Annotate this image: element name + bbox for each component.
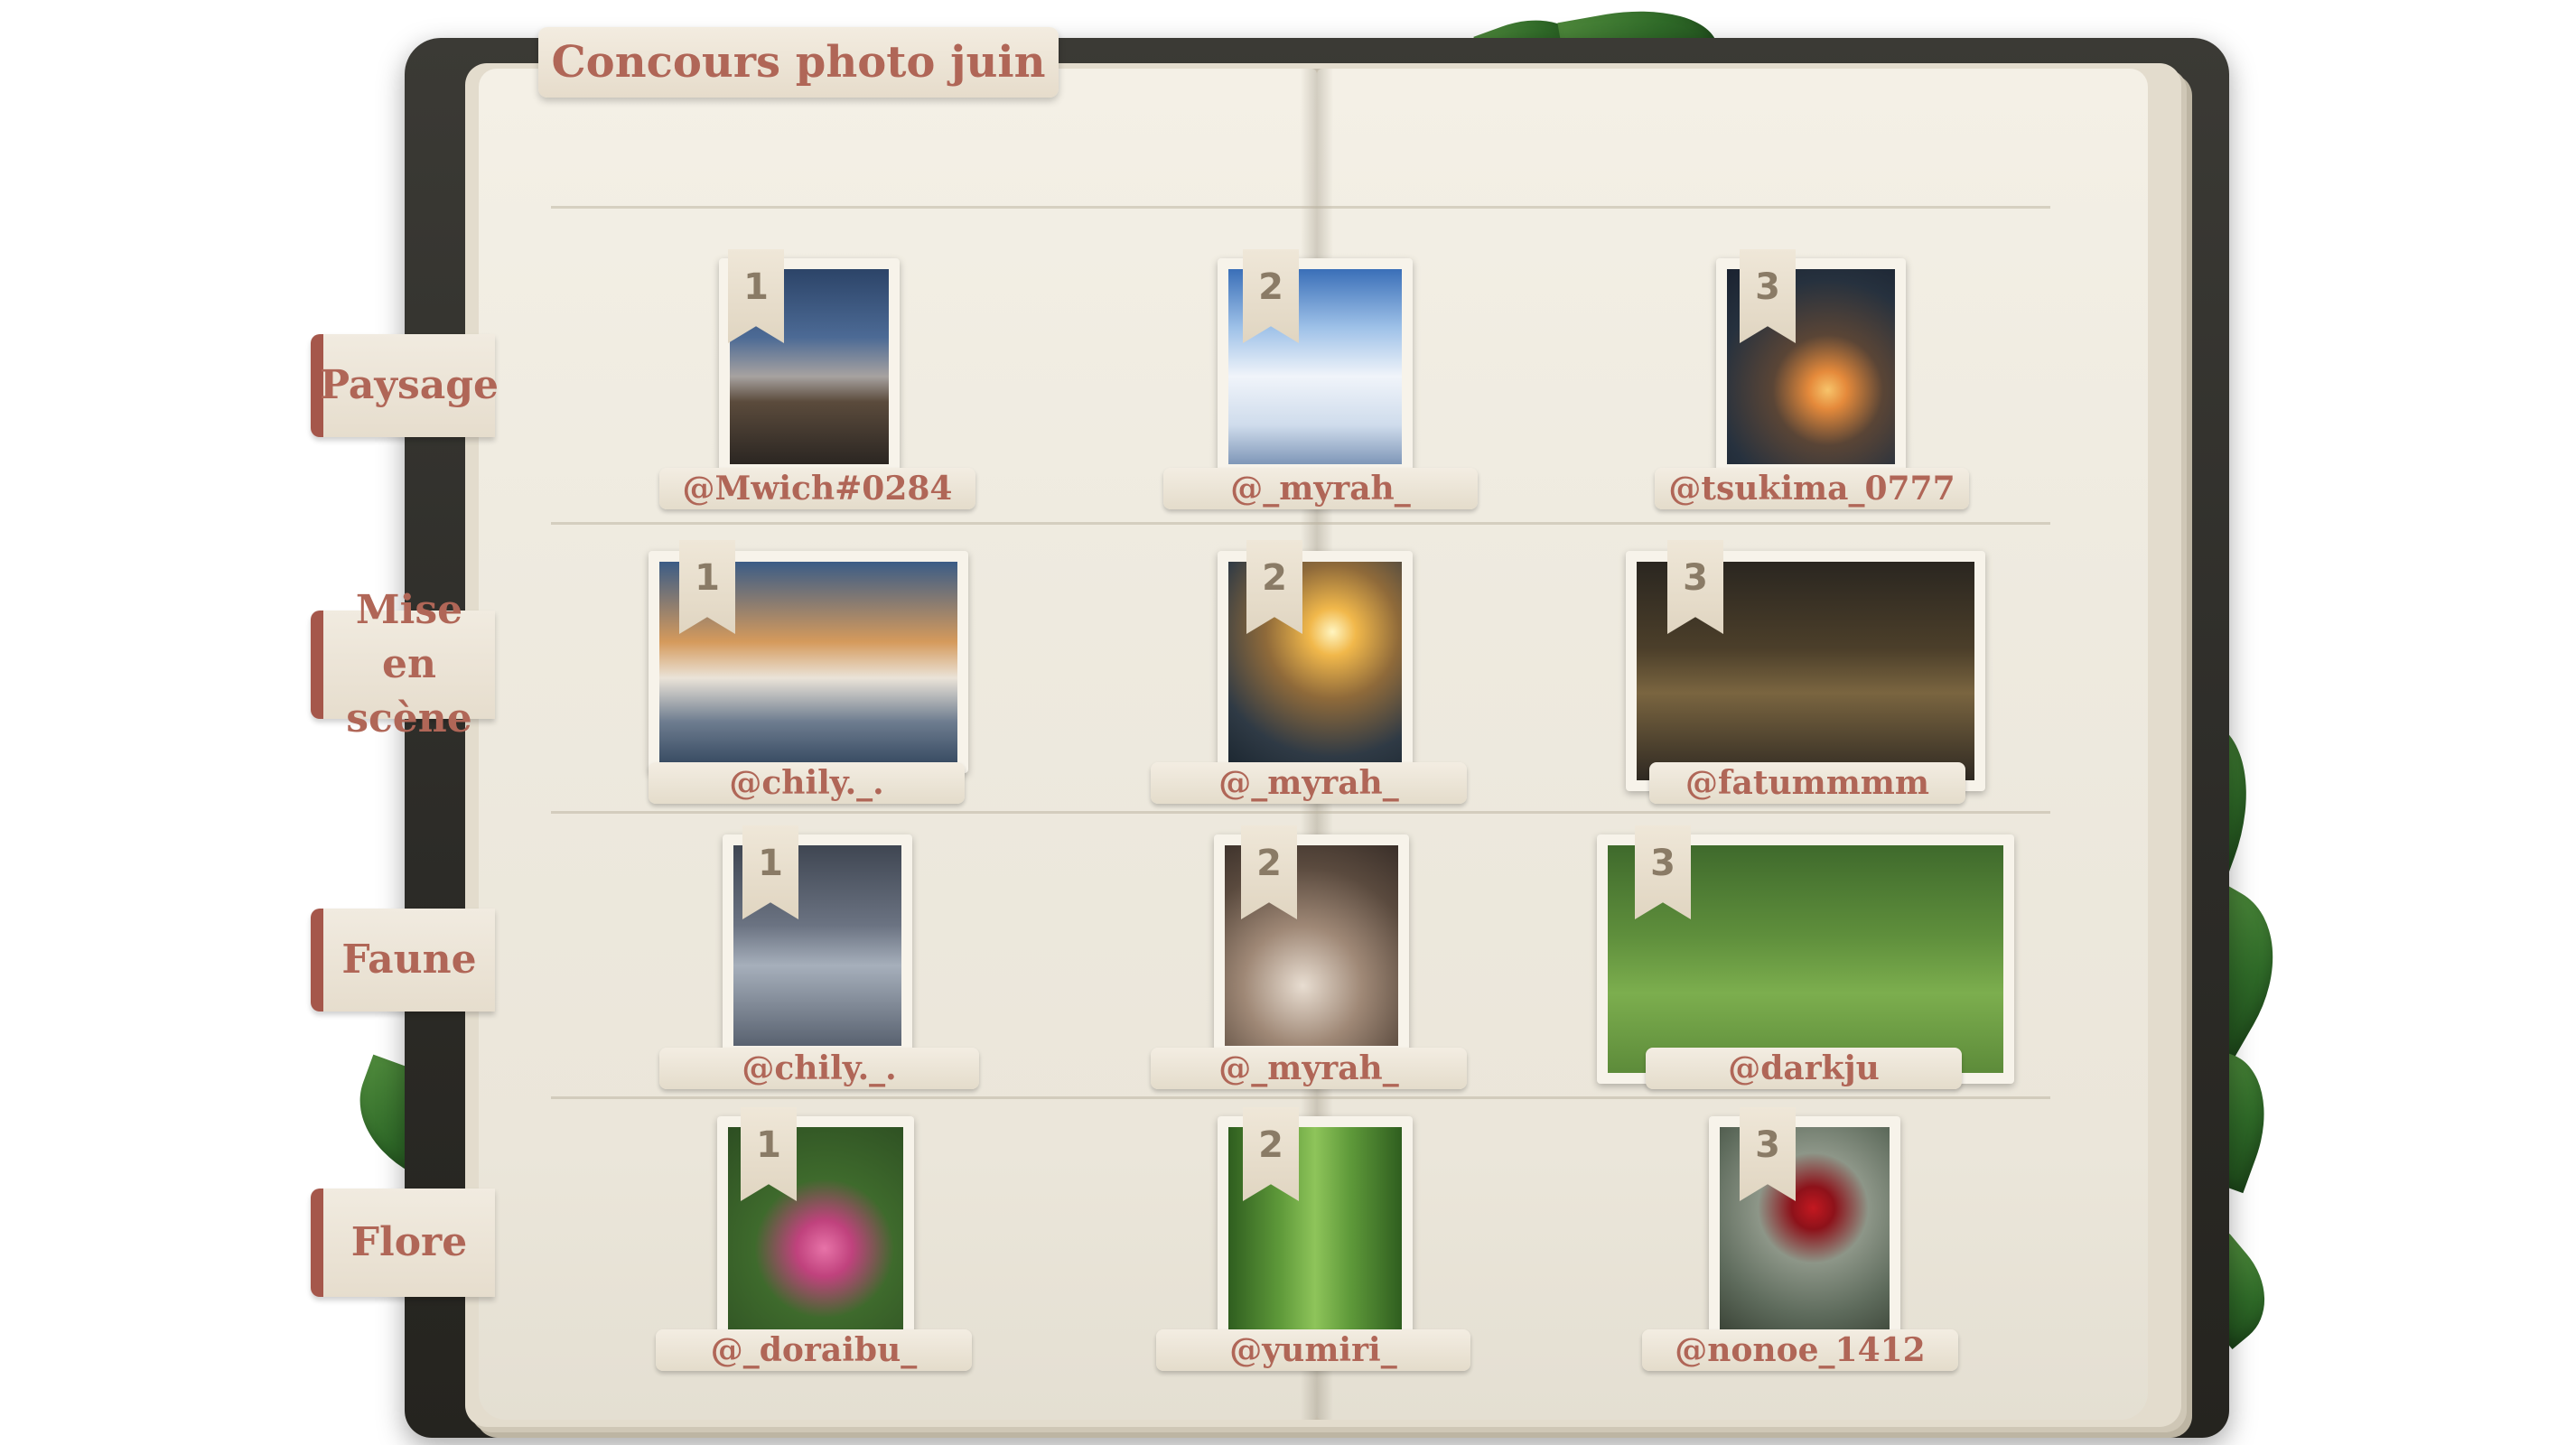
category-label: Paysage [319,362,499,408]
divider [551,1096,2050,1099]
page-title: Concours photo juin [538,27,1059,98]
username-label[interactable]: @fatummmm [1649,762,1965,804]
username-label[interactable]: @Mwich#0284 [659,468,975,509]
category-tab-faune[interactable]: Faune [311,909,495,1012]
username-label[interactable]: @nonoe_1412 [1642,1329,1958,1371]
username-label[interactable]: @_myrah_ [1151,762,1467,804]
username-label[interactable]: @_myrah_ [1163,468,1478,509]
username-label[interactable]: @_doraibu_ [656,1329,972,1371]
username-label[interactable]: @darkju [1646,1048,1962,1089]
category-label: Mise en scène [346,587,472,741]
category-label: Flore [350,1219,468,1265]
username-label[interactable]: @_myrah_ [1151,1048,1467,1089]
category-tab-flore[interactable]: Flore [311,1189,495,1297]
username-label[interactable]: @chily._. [649,762,965,804]
category-tab-mise-en-scene[interactable]: Mise en scène [311,587,495,741]
username-label[interactable]: @chily._. [659,1048,979,1089]
divider [551,206,2050,209]
contest-board: Concours photo juin Paysage Mise en scèn… [0,0,2576,1445]
divider [551,811,2050,814]
category-tab-paysage[interactable]: Paysage [311,334,499,437]
category-label: Faune [341,937,477,983]
photo-entry[interactable] [1709,1116,1900,1340]
username-label[interactable]: @tsukima_0777 [1655,468,1969,509]
username-label[interactable]: @yumiri_ [1156,1329,1470,1371]
divider [551,522,2050,525]
